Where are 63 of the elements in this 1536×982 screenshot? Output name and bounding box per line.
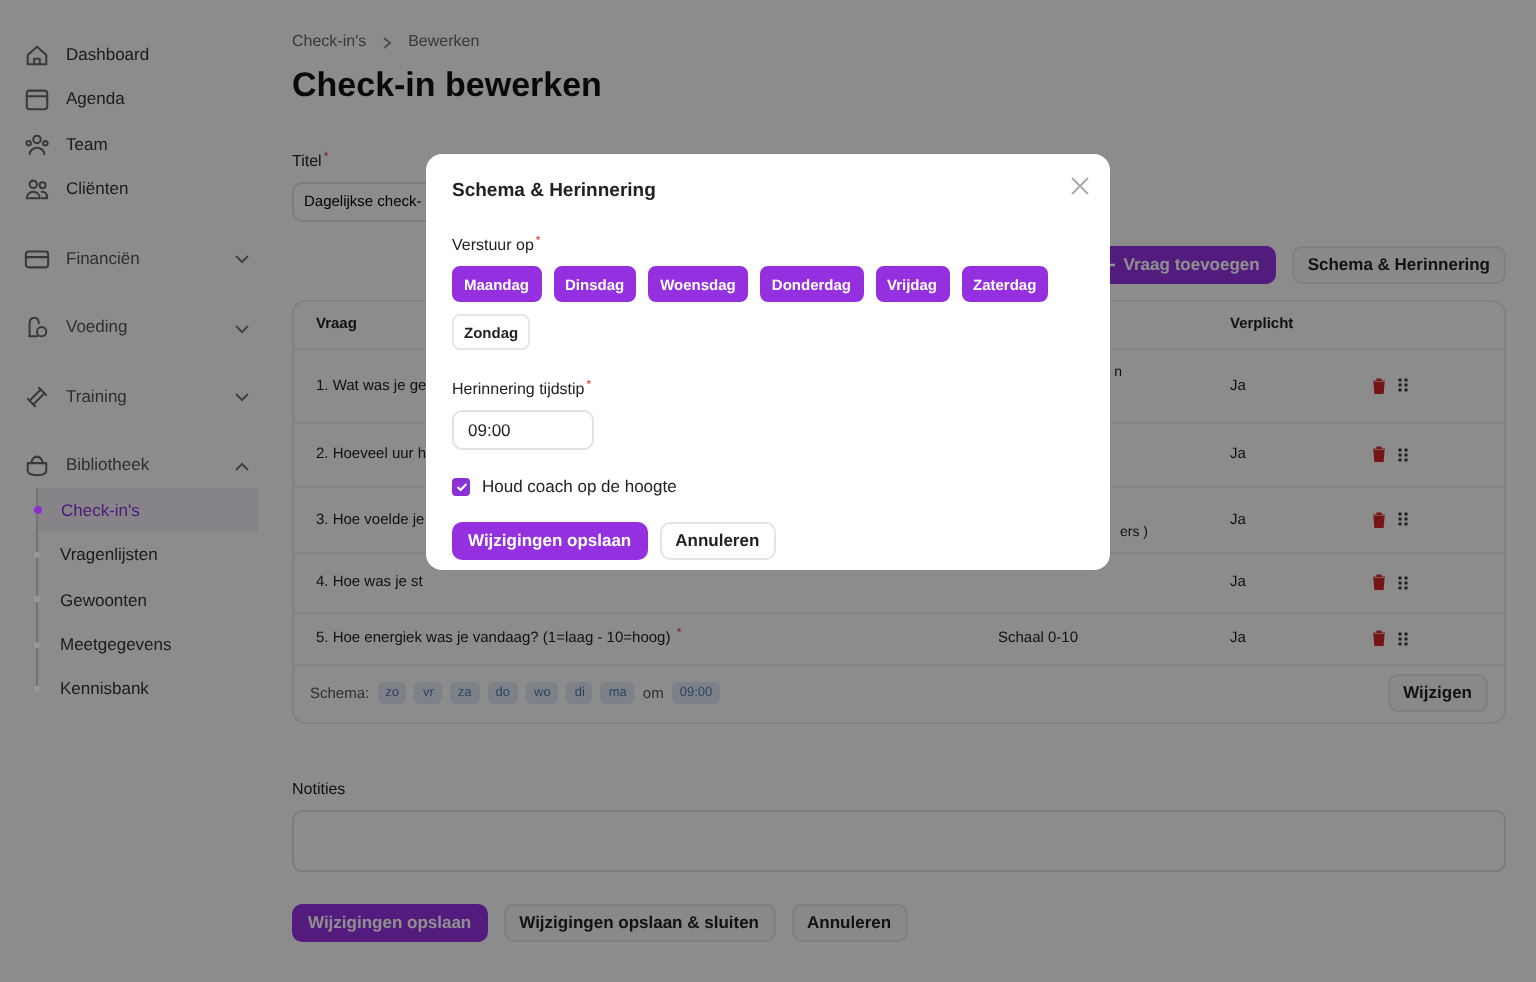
drag-handle-icon[interactable] — [1398, 447, 1408, 461]
field-label: Herinnering tijdstip — [452, 380, 585, 399]
sidebar-item[interactable]: Team — [16, 122, 258, 167]
sidebar-item[interactable]: Cliënten — [16, 167, 258, 212]
field-label: Notities — [292, 777, 348, 801]
breadcrumb-link[interactable]: Check-in's — [292, 30, 367, 54]
sidebar-item[interactable]: Training — [16, 374, 258, 419]
trash-icon[interactable] — [1372, 511, 1386, 527]
checkbox[interactable] — [452, 478, 470, 497]
sidebar-item[interactable]: Bibliotheek — [16, 443, 258, 488]
sidebar-item-label: Financiën — [66, 245, 140, 272]
sidebar-item-label: Cliënten — [66, 176, 129, 203]
save-button[interactable]: Wijzigingen opslaan — [452, 522, 648, 560]
chevron-right-icon — [382, 35, 393, 49]
sidebar-item[interactable]: Voeding — [16, 305, 258, 350]
field-label: Verstuur op — [452, 236, 534, 255]
sidebar-subitem[interactable]: Vragenlijsten — [36, 532, 258, 578]
sidebar-item[interactable]: Dashboard — [16, 32, 258, 77]
trash-icon[interactable] — [1372, 574, 1386, 590]
save-button[interactable]: Wijzigingen opslaan — [292, 903, 488, 941]
trash-icon[interactable] — [1372, 377, 1386, 393]
chevron-down-icon — [234, 392, 250, 403]
house-icon — [24, 41, 50, 68]
drag-handle-icon[interactable] — [1398, 512, 1408, 526]
sidebar-subitem[interactable]: Gewoonten — [36, 577, 258, 623]
cancel-button[interactable]: Annuleren — [791, 903, 908, 941]
credit-card-icon — [24, 245, 50, 272]
sidebar-item-label: Team — [66, 131, 108, 158]
time-input[interactable]: 09:00 — [452, 410, 594, 451]
field-label: Titel — [292, 151, 322, 169]
sidebar-subitem[interactable]: Meetgegevens — [36, 622, 258, 668]
chevron-down-icon — [234, 323, 250, 334]
drag-handle-icon[interactable] — [1398, 378, 1408, 392]
drag-handle-icon[interactable] — [1398, 575, 1408, 589]
sidebar-item-label: Bibliotheek — [66, 452, 150, 479]
sidebar-item[interactable]: Agenda — [16, 77, 258, 122]
sidebar-subitem[interactable]: Kennisbank — [36, 667, 258, 712]
sidebar-item-label: Training — [66, 383, 127, 410]
sidebar-item[interactable]: Financiën — [16, 236, 258, 281]
people-icon — [24, 131, 50, 158]
people-icon — [24, 176, 50, 203]
sidebar-item-label: Agenda — [66, 86, 125, 113]
drag-handle-icon[interactable] — [1398, 631, 1408, 645]
dumbbell-icon — [24, 383, 50, 410]
schedule-button[interactable]: Schema & Herinnering — [1291, 245, 1506, 283]
checkbox-label: Houd coach op de hoogte — [482, 474, 677, 500]
food-icon — [24, 314, 50, 341]
trash-icon[interactable] — [1372, 446, 1386, 462]
chevron-up-icon — [234, 461, 250, 472]
calendar-icon — [24, 86, 50, 113]
sidebar-subitem[interactable]: Check-in's — [36, 488, 258, 533]
pot-icon — [24, 452, 50, 479]
dialog-title: Schema & Herinnering — [452, 178, 658, 206]
trash-icon[interactable] — [1372, 630, 1386, 646]
save-close-button[interactable]: Wijzigingen opslaan & sluiten — [503, 903, 776, 941]
sidebar-item-label: Dashboard — [66, 41, 150, 68]
sidebar-item-label: Voeding — [66, 314, 128, 341]
chevron-down-icon — [234, 254, 250, 265]
edit-schedule-button[interactable]: Wijzigen — [1387, 674, 1488, 712]
breadcrumb-link[interactable]: Bewerken — [408, 30, 480, 54]
close-button[interactable] — [1070, 172, 1090, 192]
page-title: Check-in bewerken — [292, 64, 604, 108]
cancel-button[interactable]: Annuleren — [659, 522, 776, 560]
